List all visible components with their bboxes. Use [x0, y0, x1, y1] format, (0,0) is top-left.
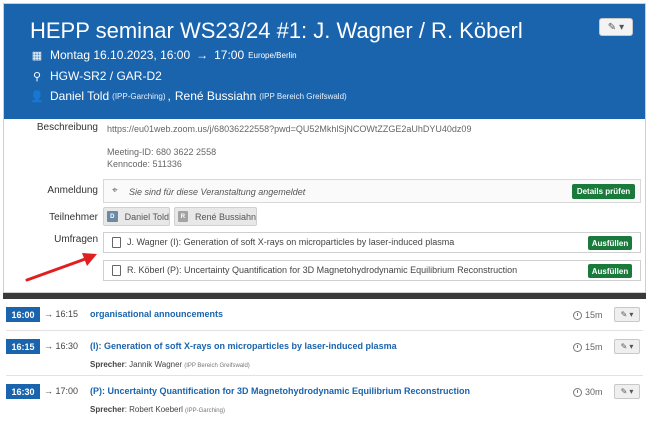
- duration: 15m: [573, 310, 603, 320]
- end-time: → 16:15: [44, 309, 79, 319]
- end-time: → 16:30: [44, 341, 79, 351]
- speaker-label: Sprecher: [90, 360, 125, 369]
- start-time-badge: 16:00: [6, 307, 40, 322]
- contribution-title[interactable]: (P): Uncertainty Quantification for 3D M…: [90, 386, 470, 396]
- duration-value: 15m: [585, 310, 603, 320]
- edit-icon: ✎: [620, 310, 628, 319]
- contribution-title[interactable]: (I): Generation of soft X-rays on microp…: [90, 341, 397, 351]
- speaker-line: Sprecher: Robert Koeberl (IPP-Garching): [90, 405, 225, 414]
- duration-value: 30m: [585, 387, 603, 397]
- duration: 15m: [573, 342, 603, 352]
- end-time-value: 17:00: [55, 386, 79, 396]
- row-divider: [6, 330, 643, 331]
- entry-edit-button[interactable]: ✎ ▾: [614, 339, 640, 354]
- duration-value: 15m: [585, 342, 603, 352]
- caret-down-icon: ▾: [629, 387, 634, 396]
- caret-down-icon: ▾: [629, 310, 634, 319]
- entry-edit-button[interactable]: ✎ ▾: [614, 307, 640, 322]
- speaker-affiliation: (IPP-Garching): [184, 408, 225, 414]
- clock-icon: [573, 387, 582, 397]
- start-time-badge: 16:15: [6, 339, 40, 354]
- row-divider: [6, 375, 643, 376]
- clock-icon: [573, 310, 582, 320]
- end-time-value: 16:30: [55, 341, 79, 351]
- arrow-annotation: [25, 253, 97, 282]
- edit-icon: ✎: [620, 342, 628, 351]
- speaker-line: Sprecher: Jannik Wagner (IPP Bereich Grei…: [90, 360, 250, 369]
- speaker-name[interactable]: Robert Koeberl: [129, 405, 183, 414]
- speaker-name[interactable]: Jannik Wagner: [129, 360, 182, 369]
- caret-down-icon: ▾: [629, 342, 634, 351]
- speaker-label: Sprecher: [90, 405, 125, 414]
- speaker-affiliation: (IPP Bereich Greifswald): [184, 363, 250, 369]
- start-time-badge: 16:30: [6, 384, 40, 399]
- entry-edit-button[interactable]: ✎ ▾: [614, 384, 640, 399]
- clock-icon: [573, 342, 582, 352]
- end-time-value: 16:15: [55, 309, 79, 319]
- contribution-title[interactable]: organisational announcements: [90, 309, 223, 319]
- edit-icon: ✎: [620, 387, 628, 396]
- duration: 30m: [573, 387, 603, 397]
- section-divider: [3, 293, 646, 299]
- end-time: → 17:00: [44, 386, 79, 396]
